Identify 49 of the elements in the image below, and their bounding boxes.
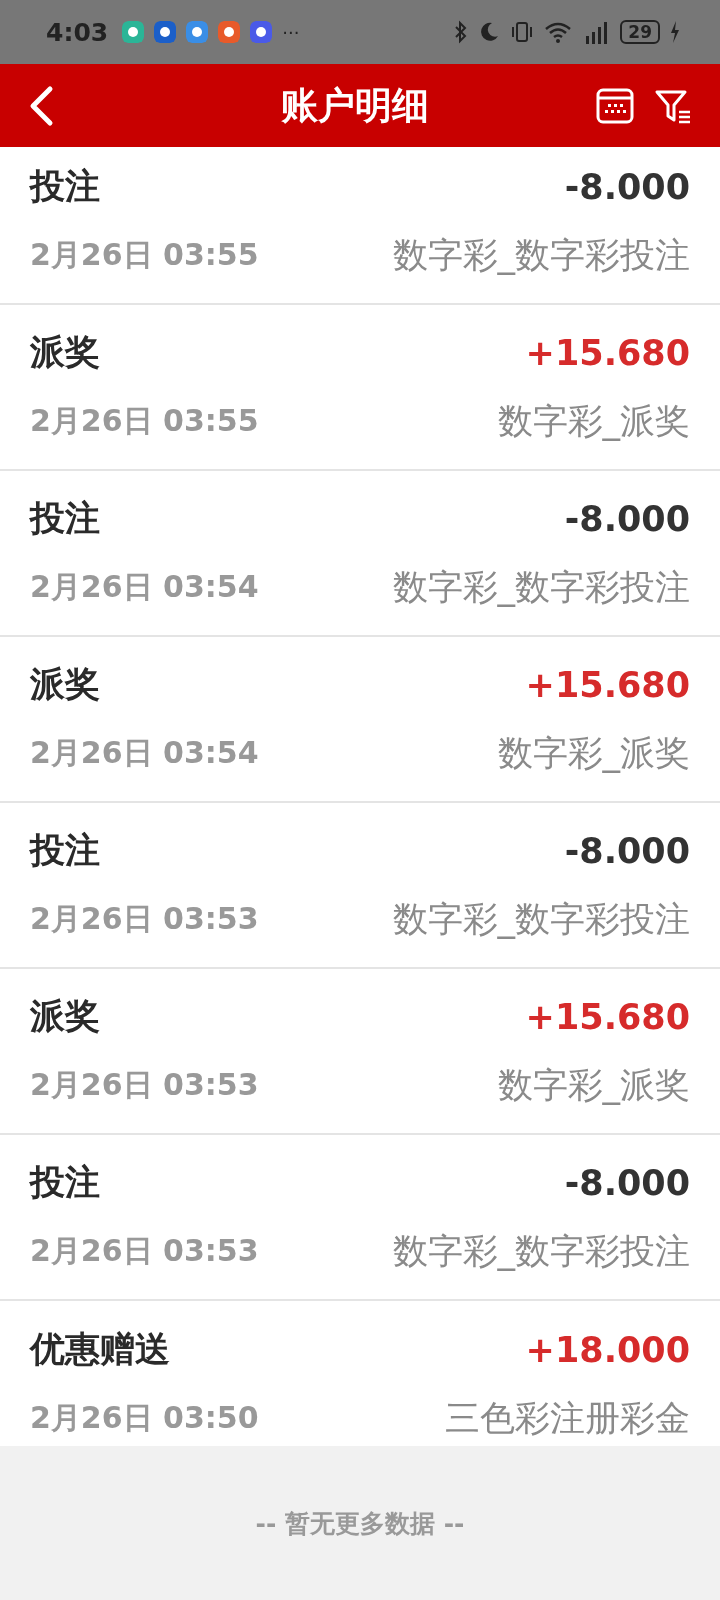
status-time: 4:03	[46, 17, 109, 47]
transaction-detail: 数字彩_派奖	[497, 732, 690, 775]
transaction-type: 派奖	[30, 331, 100, 374]
transaction-time: 2月26日 03:53	[30, 1066, 259, 1104]
transaction-time: 2月26日 03:53	[30, 900, 259, 938]
transaction-amount: -8.000	[564, 498, 690, 539]
wifi-icon	[544, 20, 573, 44]
app-icon	[250, 21, 273, 43]
transaction-type: 投注	[30, 165, 100, 208]
transaction-detail: 数字彩_数字彩投注	[392, 234, 690, 277]
transaction-amount: -8.000	[564, 1162, 690, 1203]
app-icon	[186, 21, 209, 43]
transaction-type: 投注	[30, 829, 100, 872]
more-notifications: ···	[282, 21, 300, 43]
back-icon[interactable]	[28, 84, 54, 127]
transaction-detail: 数字彩_派奖	[497, 1064, 690, 1107]
transaction-amount: +15.680	[525, 996, 690, 1037]
bluetooth-icon	[454, 20, 469, 44]
transaction-amount: +15.680	[525, 332, 690, 373]
transaction-detail: 三色彩注册彩金	[445, 1397, 690, 1440]
transaction-amount: +18.000	[525, 1329, 690, 1370]
transaction-detail: 数字彩_派奖	[497, 400, 690, 443]
transaction-detail: 数字彩_数字彩投注	[392, 1230, 690, 1273]
battery-level: 29	[620, 20, 660, 44]
app-icon	[218, 21, 241, 43]
transaction-type: 投注	[30, 497, 100, 540]
transaction-detail: 数字彩_数字彩投注	[392, 566, 690, 609]
transaction-amount: -8.000	[564, 830, 690, 871]
transaction-detail: 数字彩_数字彩投注	[392, 898, 690, 941]
charging-icon	[670, 20, 680, 44]
transaction-time: 2月26日 03:53	[30, 1232, 259, 1270]
transaction-time: 2月26日 03:55	[30, 236, 259, 274]
transaction-type: 派奖	[30, 663, 100, 706]
transaction-time: 2月26日 03:54	[30, 734, 259, 772]
transaction-amount: +15.680	[525, 664, 690, 705]
transaction-time: 2月26日 03:50	[30, 1399, 259, 1437]
transaction-type: 派奖	[30, 995, 100, 1038]
transaction-time: 2月26日 03:54	[30, 568, 259, 606]
transaction-type: 优惠赠送	[30, 1328, 170, 1371]
calendar-icon[interactable]	[596, 86, 634, 125]
app-icon	[122, 21, 145, 43]
vibrate-icon	[510, 20, 535, 44]
transaction-type: 投注	[30, 1161, 100, 1204]
transaction-time: 2月26日 03:55	[30, 402, 259, 440]
transaction-amount: -8.000	[564, 166, 690, 207]
moon-icon	[478, 20, 501, 44]
no-more-data-text: -- 暂无更多数据 --	[255, 1507, 465, 1540]
page-title: 账户明细	[280, 82, 430, 129]
app-icon	[154, 21, 177, 43]
